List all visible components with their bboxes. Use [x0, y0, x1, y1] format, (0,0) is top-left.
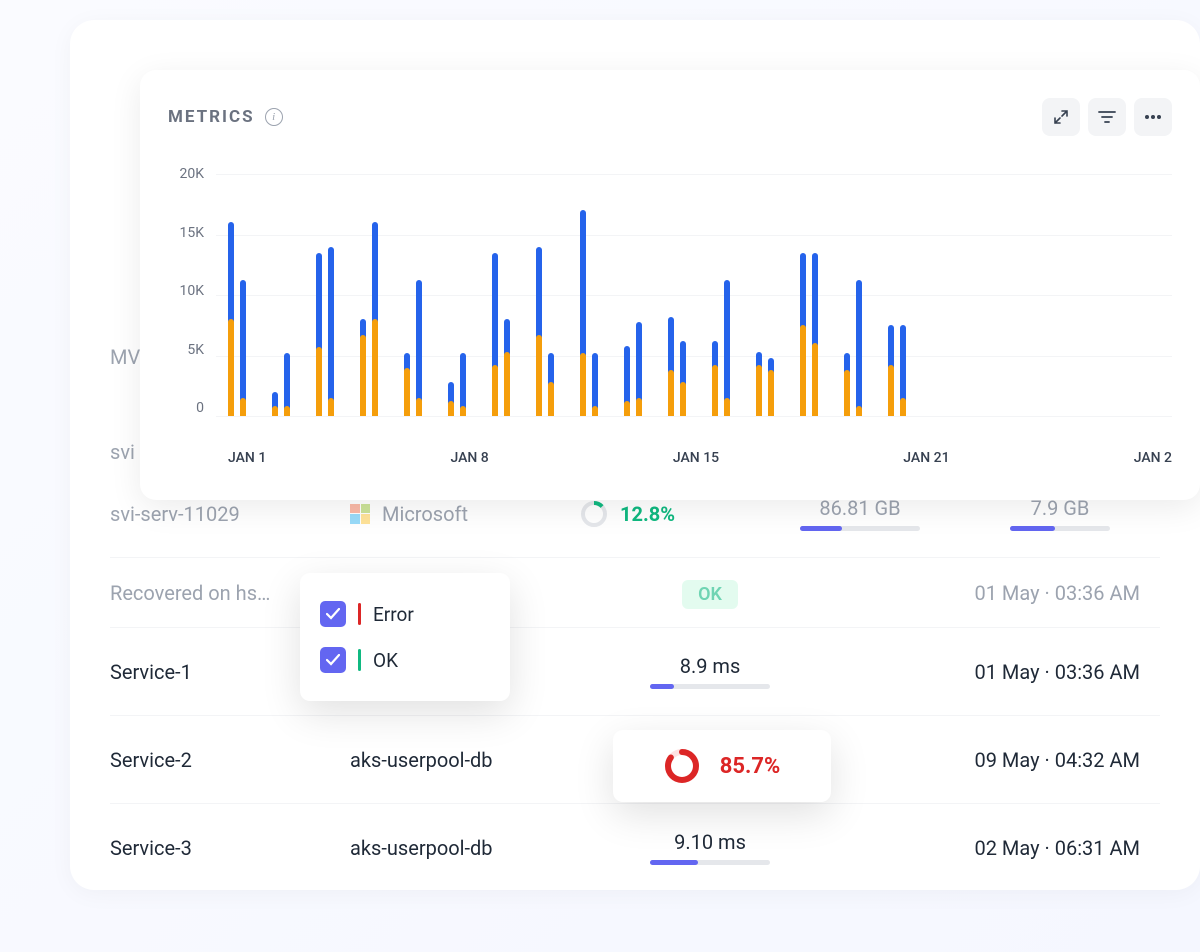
- legend-label: OK: [373, 649, 398, 672]
- legend-label: Error: [373, 603, 414, 626]
- expand-icon: [1053, 109, 1069, 125]
- checkbox-icon[interactable]: [320, 601, 346, 627]
- panel-title: METRICS: [168, 107, 255, 127]
- latency-value: 8.9 ms: [680, 654, 741, 678]
- cell-name: svi-serv-11029: [110, 502, 350, 526]
- legend-item-error[interactable]: Error: [320, 591, 490, 637]
- cell-provider: aks-userpool-db: [350, 836, 580, 860]
- microsoft-icon: [350, 504, 370, 524]
- x-axis: JAN 1 JAN 8 JAN 15 JAN 21 JAN 2: [228, 450, 1172, 466]
- y-axis: 20K 15K 10K 5K 0: [168, 166, 216, 416]
- table-row[interactable]: Recovered on hs… OK 01 May · 03:36 AM: [110, 558, 1160, 628]
- legend-color-marker: [358, 649, 361, 671]
- table-row[interactable]: Service-3 aks-userpool-db 9.10 ms 02 May…: [110, 804, 1160, 890]
- filter-button[interactable]: [1088, 98, 1126, 136]
- filter-icon: [1098, 110, 1116, 124]
- legend-color-marker: [358, 603, 361, 625]
- chart-area[interactable]: 20K 15K 10K 5K 0 JAN 1 JAN 8 JAN 15 JAN …: [168, 166, 1200, 476]
- chart-bars: [228, 174, 1172, 416]
- cell-time: 02 May · 06:31 AM: [840, 836, 1160, 860]
- legend-item-ok[interactable]: OK: [320, 637, 490, 683]
- status-badge: OK: [682, 580, 738, 609]
- table-row[interactable]: Service-1 8.9 ms 01 May · 03:36 AM: [110, 628, 1160, 716]
- cell-name: Service-2: [110, 748, 350, 772]
- more-button[interactable]: [1134, 98, 1172, 136]
- cell-time: 01 May · 03:36 AM: [840, 581, 1160, 605]
- metrics-chart-panel: METRICS i: [140, 70, 1200, 500]
- info-icon[interactable]: i: [265, 108, 283, 126]
- popup-percent: 85.7%: [720, 754, 781, 779]
- donut-icon: [664, 748, 700, 784]
- latency-value: 9.10 ms: [674, 830, 746, 854]
- percent-value: 12.8%: [620, 502, 675, 526]
- cell-time: 09 May · 04:32 AM: [840, 748, 1160, 772]
- cell-provider: aks-userpool-db: [350, 748, 580, 772]
- metric-popup: 85.7%: [613, 730, 831, 802]
- legend-popup: Error OK: [300, 573, 510, 701]
- more-icon: [1144, 115, 1162, 119]
- donut-icon: [580, 500, 608, 528]
- checkbox-icon[interactable]: [320, 647, 346, 673]
- cell-time: 01 May · 03:36 AM: [840, 660, 1160, 684]
- expand-button[interactable]: [1042, 98, 1080, 136]
- cell-provider: Microsoft: [350, 502, 580, 526]
- cell-name: Service-3: [110, 836, 350, 860]
